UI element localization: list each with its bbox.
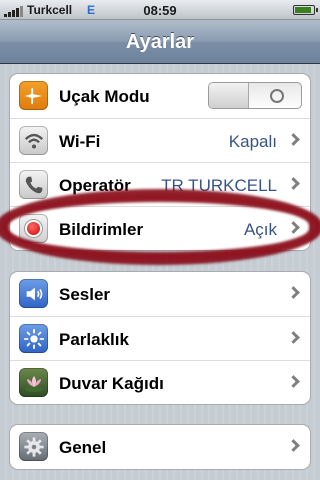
settings-group-personalization: Sesler Parlaklık Duvar Kağıdı xyxy=(9,271,311,405)
clock: 08:59 xyxy=(143,3,177,18)
row-label: Bildirimler xyxy=(59,220,144,239)
airplane-mode-toggle[interactable] xyxy=(208,82,302,109)
settings-group-general: Genel xyxy=(9,424,311,470)
settings-row-brightness[interactable]: Parlaklık xyxy=(10,316,310,360)
chevron-right-icon xyxy=(287,439,300,452)
chevron-right-icon xyxy=(287,177,300,190)
chevron-right-icon xyxy=(287,221,300,234)
row-label: Uçak Modu xyxy=(59,87,150,106)
off-indicator-icon xyxy=(270,89,284,103)
chevron-right-icon xyxy=(287,331,300,344)
row-value: Kapalı xyxy=(228,132,277,151)
row-label: Wi-Fi xyxy=(59,132,101,151)
row-label: Sesler xyxy=(59,285,111,304)
battery-icon xyxy=(293,5,318,15)
airplane-icon xyxy=(19,81,48,110)
settings-row-sounds[interactable]: Sesler xyxy=(10,272,310,316)
row-value: Açık xyxy=(243,220,277,239)
settings-group-connectivity: Uçak Modu Wi-Fi Kapalı Operatör TR TURKC… xyxy=(9,73,311,251)
gear-icon xyxy=(19,432,48,461)
row-label: Genel xyxy=(59,438,107,457)
row-label: Operatör xyxy=(59,176,131,195)
settings-row-carrier[interactable]: Operatör TR TURKCELL xyxy=(10,162,310,206)
navigation-bar: Ayarlar xyxy=(0,20,320,64)
status-bar: Turkcell E 08:59 xyxy=(0,0,320,20)
settings-row-wifi[interactable]: Wi-Fi Kapalı xyxy=(10,118,310,162)
brightness-icon xyxy=(19,324,48,353)
notifications-icon xyxy=(19,214,48,243)
row-label: Parlaklık xyxy=(59,330,129,349)
row-value: TR TURKCELL xyxy=(161,176,277,195)
phone-icon xyxy=(19,170,48,199)
red-dot-icon xyxy=(27,222,40,235)
page-title: Ayarlar xyxy=(125,31,195,53)
settings-row-airplane-mode[interactable]: Uçak Modu xyxy=(10,74,310,118)
toggle-knob[interactable] xyxy=(209,83,249,108)
wallpaper-icon xyxy=(19,368,48,397)
row-label: Duvar Kağıdı xyxy=(59,374,164,393)
chevron-right-icon xyxy=(287,375,300,388)
wifi-icon xyxy=(19,126,48,155)
settings-row-wallpaper[interactable]: Duvar Kağıdı xyxy=(10,360,310,404)
settings-row-general[interactable]: Genel xyxy=(10,425,310,469)
chevron-right-icon xyxy=(287,286,300,299)
chevron-right-icon xyxy=(287,133,300,146)
speaker-icon xyxy=(19,279,48,308)
settings-row-notifications[interactable]: Bildirimler Açık xyxy=(10,206,310,250)
